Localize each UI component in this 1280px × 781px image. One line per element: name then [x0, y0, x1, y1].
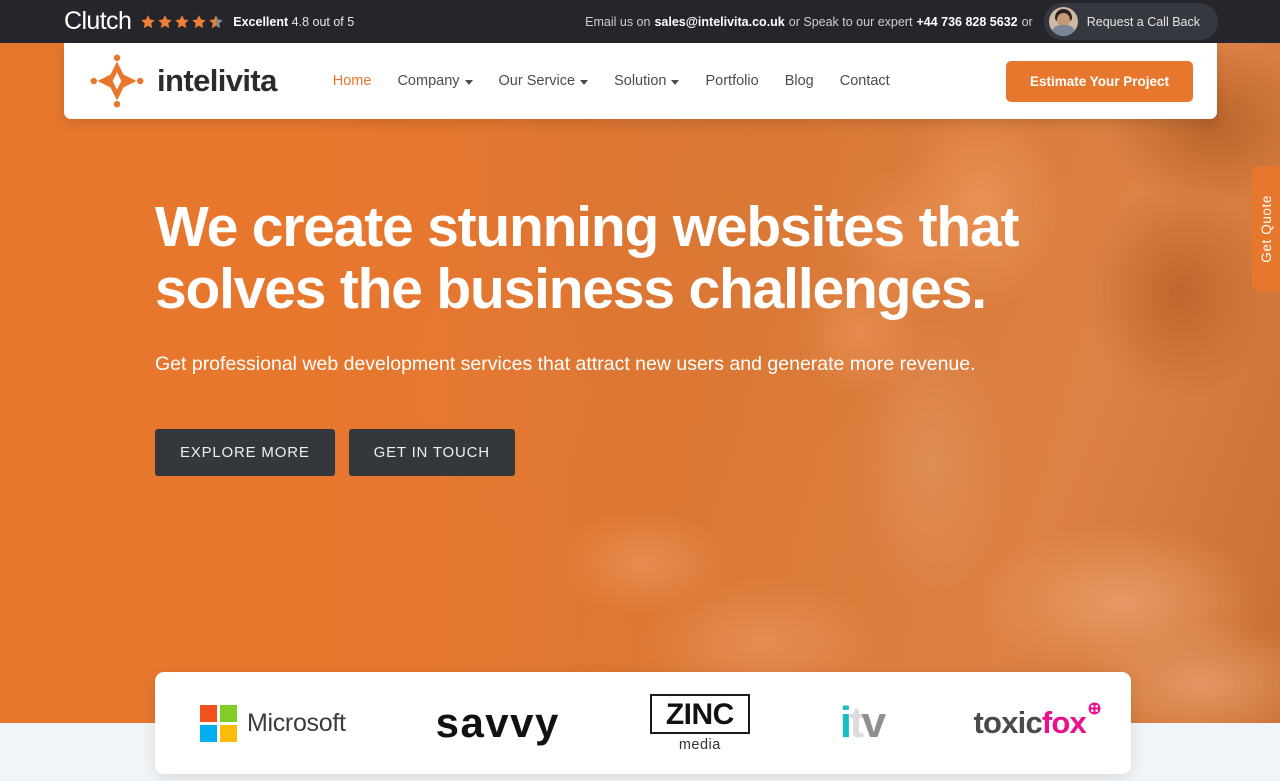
toxicfox-logo-part-fox: fox: [1041, 705, 1087, 740]
phone-link[interactable]: +44 736 828 5632: [916, 15, 1017, 29]
nav-item-solution[interactable]: Solution: [614, 73, 680, 89]
microsoft-logo-icon: [199, 704, 237, 742]
hero-content: We create stunning websites that solves …: [155, 196, 1145, 476]
hero-title-line-1: We create stunning websites that: [155, 195, 1019, 259]
itv-logo-part-v: v: [861, 698, 886, 747]
nav-item-our-service-label: Our Service: [498, 73, 576, 89]
hero-button-group: EXPLORE MORE GET IN TOUCH: [155, 428, 1145, 476]
itv-logo-part-i: i: [839, 698, 852, 747]
client-logo-itv[interactable]: itv: [839, 698, 886, 747]
nav-item-portfolio[interactable]: Portfolio: [705, 73, 758, 89]
expert-prefix-label: or Speak to our expert: [788, 14, 913, 29]
chevron-down-icon: [671, 79, 680, 85]
client-logo-zinc-media[interactable]: ZINC media: [649, 693, 750, 753]
or-label: or: [1021, 14, 1033, 29]
intelivita-star-logo-icon: [90, 54, 144, 108]
get-quote-side-tab[interactable]: Get Quote: [1252, 166, 1280, 291]
microsoft-logo-label: Microsoft: [246, 708, 346, 737]
toxicfox-paw-icon: [1088, 702, 1101, 715]
estimate-your-project-button[interactable]: Estimate Your Project: [1005, 60, 1193, 102]
nav-item-contact[interactable]: Contact: [840, 73, 890, 89]
client-logos-card: Microsoft savvy ZINC media itv toxicfox: [155, 672, 1131, 774]
toxicfox-logo-icon: toxicfox: [973, 702, 1101, 741]
nav-item-our-service[interactable]: Our Service: [499, 73, 589, 89]
hero-subtitle: Get professional web development service…: [155, 353, 976, 376]
clutch-star-rating: [140, 14, 224, 30]
email-prefix-label: Email us on: [585, 14, 651, 29]
nav-item-home[interactable]: Home: [333, 73, 372, 89]
hero-title-line-2: solves the business challenges.: [155, 257, 987, 322]
star-half-icon: [209, 14, 223, 28]
star-icon: [158, 14, 172, 28]
chevron-down-icon: [464, 79, 473, 85]
main-navigation-bar: intelivita Home Company Our Service Solu…: [64, 43, 1217, 119]
star-icon: [175, 14, 189, 28]
request-callback-label: Request a Call Back: [1086, 14, 1200, 29]
contact-info-group: Email us on sales@intelivita.co.uk or Sp…: [585, 3, 1218, 40]
clutch-rating-widget[interactable]: Clutch Excellent 4.8 out of 5: [64, 9, 354, 34]
request-callback-button[interactable]: Request a Call Back: [1043, 3, 1218, 40]
zinc-logo-label: ZINC: [665, 697, 735, 731]
get-in-touch-button[interactable]: GET IN TOUCH: [348, 428, 515, 476]
nav-item-home-label: Home: [332, 73, 372, 89]
zinc-media-logo-icon: ZINC media: [649, 693, 750, 753]
nav-item-solution-label: Solution: [614, 73, 667, 89]
clutch-rating-text: Excellent 4.8 out of 5: [233, 15, 354, 29]
get-quote-label: Get Quote: [1258, 194, 1274, 263]
toxicfox-logo-part-toxic: toxic: [973, 705, 1043, 740]
site-logo[interactable]: intelivita: [90, 54, 277, 108]
email-link[interactable]: sales@intelivita.co.uk: [654, 15, 784, 29]
clutch-brand-label: Clutch: [64, 7, 132, 35]
nav-item-company[interactable]: Company: [397, 73, 473, 89]
client-logo-microsoft[interactable]: Microsoft: [199, 704, 346, 742]
site-logo-text: intelivita: [157, 63, 277, 98]
itv-logo-icon: itv: [839, 698, 886, 747]
page-title: We create stunning websites that solves …: [155, 196, 1145, 320]
nav-item-contact-label: Contact: [839, 73, 890, 89]
client-logo-savvy[interactable]: savvy: [436, 699, 560, 747]
top-utility-bar: Clutch Excellent 4.8 out of 5 Email us o…: [0, 0, 1280, 43]
client-logo-toxicfox[interactable]: toxicfox: [973, 702, 1101, 741]
itv-logo-part-t: t: [849, 698, 864, 747]
savvy-logo-label: savvy: [435, 699, 560, 746]
clutch-rating-word: Excellent: [233, 14, 289, 29]
star-icon: [192, 14, 206, 28]
nav-item-company-label: Company: [397, 73, 460, 89]
star-icon: [141, 14, 155, 28]
nav-item-blog[interactable]: Blog: [785, 73, 814, 89]
clutch-rating-value: 4.8 out of 5: [291, 14, 355, 29]
avatar: [1048, 7, 1078, 36]
zinc-media-sublabel: media: [678, 736, 721, 753]
nav-links: Home Company Our Service Solution Portfo…: [333, 73, 890, 89]
nav-item-portfolio-label: Portfolio: [705, 73, 759, 89]
chevron-down-icon: [580, 79, 589, 85]
explore-more-button[interactable]: EXPLORE MORE: [155, 428, 335, 476]
nav-item-blog-label: Blog: [784, 73, 814, 89]
